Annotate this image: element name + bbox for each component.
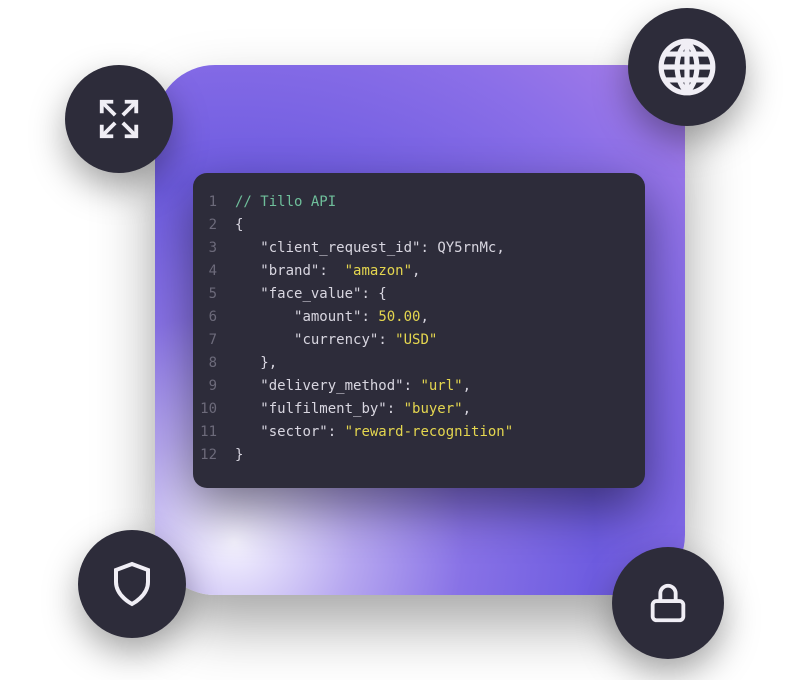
code-content: "currency": "USD" (235, 329, 645, 352)
code-content: "brand": "amazon", (235, 260, 645, 283)
line-number: 11 (193, 421, 235, 444)
line-number: 12 (193, 444, 235, 467)
line-number: 8 (193, 352, 235, 375)
code-content: "face_value": { (235, 283, 645, 306)
gradient-card: 1// Tillo API2{3 "client_request_id": QY… (155, 65, 685, 595)
code-line: 2{ (193, 214, 645, 237)
code-content: "delivery_method": "url", (235, 375, 645, 398)
code-line: 6 "amount": 50.00, (193, 306, 645, 329)
line-number: 2 (193, 214, 235, 237)
globe-icon (628, 8, 746, 126)
code-snippet-window: 1// Tillo API2{3 "client_request_id": QY… (193, 173, 645, 488)
code-content: "fulfilment_by": "buyer", (235, 398, 645, 421)
line-number: 5 (193, 283, 235, 306)
line-number: 4 (193, 260, 235, 283)
code-content: "sector": "reward-recognition" (235, 421, 645, 444)
code-line: 7 "currency": "USD" (193, 329, 645, 352)
code-content: } (235, 444, 645, 467)
line-number: 7 (193, 329, 235, 352)
line-number: 9 (193, 375, 235, 398)
line-number: 3 (193, 237, 235, 260)
code-line: 3 "client_request_id": QY5rnMc, (193, 237, 645, 260)
code-line: 9 "delivery_method": "url", (193, 375, 645, 398)
code-line: 10 "fulfilment_by": "buyer", (193, 398, 645, 421)
line-number: 1 (193, 191, 235, 214)
line-number: 10 (193, 398, 235, 421)
code-line: 1// Tillo API (193, 191, 645, 214)
code-content: // Tillo API (235, 191, 645, 214)
code-line: 12} (193, 444, 645, 467)
code-content: "amount": 50.00, (235, 306, 645, 329)
line-number: 6 (193, 306, 235, 329)
shield-icon (78, 530, 186, 638)
code-line: 8 }, (193, 352, 645, 375)
code-line: 4 "brand": "amazon", (193, 260, 645, 283)
code-line: 5 "face_value": { (193, 283, 645, 306)
expand-icon (65, 65, 173, 173)
code-line: 11 "sector": "reward-recognition" (193, 421, 645, 444)
code-content: "client_request_id": QY5rnMc, (235, 237, 645, 260)
lock-icon (612, 547, 724, 659)
code-content: }, (235, 352, 645, 375)
code-content: { (235, 214, 645, 237)
